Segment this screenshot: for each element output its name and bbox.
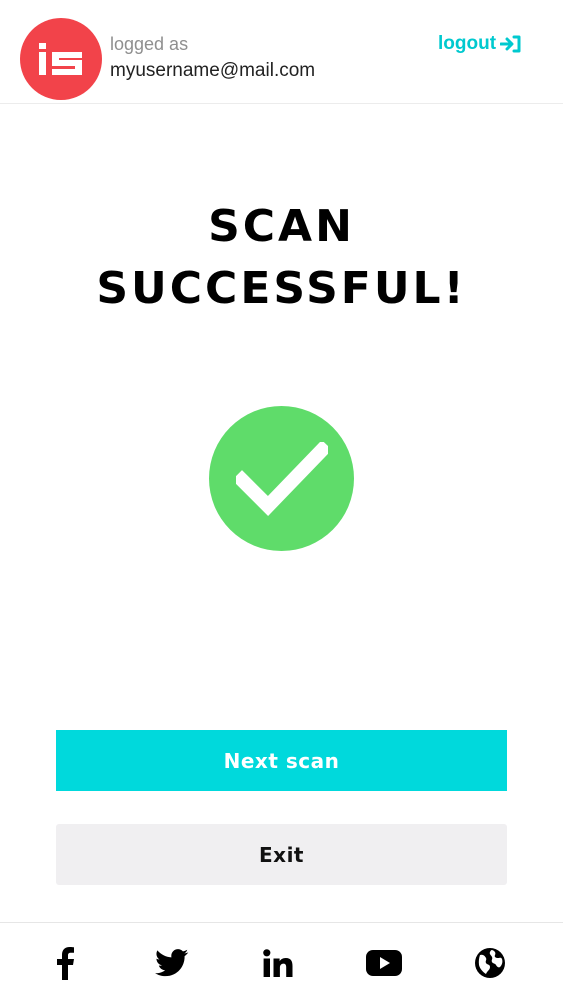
linkedin-icon — [263, 949, 293, 977]
twitter-link[interactable] — [152, 943, 192, 983]
brand-logo — [20, 18, 102, 100]
exit-button[interactable]: Exit — [56, 824, 507, 885]
logout-label: logout — [438, 33, 497, 54]
website-link[interactable] — [470, 943, 510, 983]
youtube-link[interactable] — [364, 943, 404, 983]
success-indicator — [209, 406, 354, 551]
username: myusername@mail.com — [110, 60, 316, 81]
globe-icon — [475, 948, 505, 978]
youtube-icon — [366, 950, 402, 976]
title-line-1: SCAN — [208, 201, 355, 252]
logout-button[interactable]: logout — [438, 33, 522, 55]
app-header: logged as myusername@mail.com logout — [0, 0, 563, 104]
is-logo-icon — [39, 43, 82, 75]
title-line-2: SUCCESSFUL! — [96, 263, 467, 314]
page-title: SCAN SUCCESSFUL! — [0, 196, 563, 320]
facebook-icon — [57, 947, 74, 980]
user-info: logged as myusername@mail.com — [110, 33, 315, 83]
twitter-icon — [155, 949, 189, 977]
linkedin-link[interactable] — [258, 943, 298, 983]
sign-in-arrow-icon — [500, 35, 521, 53]
logged-as-label: logged as — [110, 34, 189, 54]
facebook-link[interactable] — [45, 943, 85, 983]
checkmark-icon — [235, 441, 328, 516]
next-scan-button[interactable]: Next scan — [56, 730, 507, 791]
social-footer — [0, 922, 563, 1000]
